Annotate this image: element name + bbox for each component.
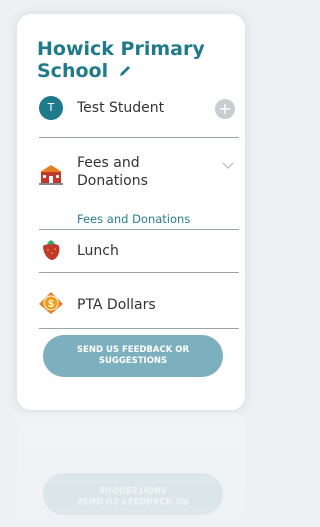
svg-text:$: $ bbox=[48, 299, 54, 310]
strawberry-icon bbox=[43, 240, 60, 260]
divider bbox=[39, 272, 239, 273]
submenu-fees-and-donations[interactable]: Fees and Donations bbox=[77, 212, 190, 226]
feedback-line2: SUGGESTIONS bbox=[98, 356, 168, 366]
feedback-reflection-line2: SUGGESTIONS bbox=[98, 484, 168, 494]
dollar-coin-icon: $ bbox=[39, 292, 63, 314]
school-building-icon bbox=[39, 165, 63, 185]
sidebar-card: Howick Primary School T Test Student + F… bbox=[17, 14, 245, 410]
menu-item-fees[interactable]: Fees and Donations bbox=[39, 154, 239, 196]
menu-label-fees: Fees and Donations bbox=[77, 155, 148, 189]
student-selector[interactable]: T Test Student + bbox=[39, 96, 239, 122]
menu-label-pta-dollars: PTA Dollars bbox=[77, 297, 156, 313]
divider bbox=[39, 328, 239, 329]
plus-circle-icon[interactable]: + bbox=[215, 99, 235, 119]
card-reflection: SEND US FEEDBACK OR SUGGESTIONS bbox=[17, 412, 245, 527]
divider bbox=[39, 137, 239, 138]
school-title[interactable]: Howick Primary School bbox=[37, 38, 222, 82]
menu-item-lunch[interactable]: Lunch bbox=[39, 237, 239, 265]
feedback-button-reflection: SEND US FEEDBACK OR SUGGESTIONS bbox=[43, 473, 223, 515]
menu-item-pta-dollars[interactable]: $ PTA Dollars bbox=[39, 290, 239, 318]
feedback-reflection-line1: SEND US FEEDBACK OR bbox=[76, 495, 190, 505]
feedback-line1: SEND US FEEDBACK OR bbox=[76, 345, 190, 355]
feedback-button[interactable]: SEND US FEEDBACK OR SUGGESTIONS bbox=[43, 335, 223, 377]
divider bbox=[39, 229, 239, 230]
menu-label-lunch: Lunch bbox=[77, 243, 119, 259]
student-name: Test Student bbox=[77, 100, 165, 116]
pencil-icon[interactable] bbox=[118, 64, 132, 78]
avatar: T bbox=[39, 96, 63, 120]
chevron-down-icon[interactable] bbox=[222, 162, 234, 170]
